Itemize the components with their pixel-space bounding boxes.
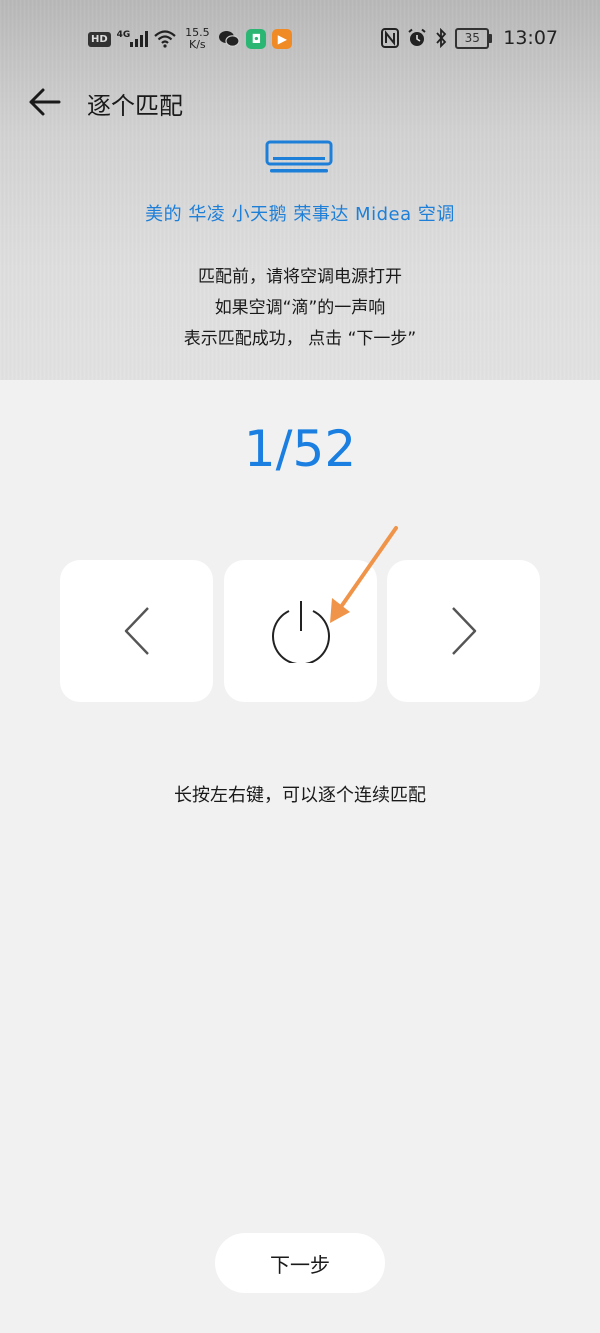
next-step-button[interactable]: 下一步 [215, 1233, 385, 1293]
match-counter: 1/52 [243, 420, 357, 478]
instructions: 匹配前，请将空调电源打开 如果空调“滴”的一声响 表示匹配成功， 点击 “下一步… [0, 262, 600, 355]
next-match-button[interactable] [387, 560, 540, 702]
speed-unit: K/s [189, 38, 206, 51]
power-button[interactable] [224, 560, 377, 702]
power-icon [271, 601, 330, 663]
network-type-label: 4G [116, 30, 131, 40]
video-app-icon: ▶ [272, 29, 293, 49]
previous-button[interactable] [60, 560, 213, 702]
signal-icon: 4G [116, 30, 149, 47]
brand-list: 美的 华凌 小天鹅 荣事达 Midea 空调 [145, 204, 455, 225]
header-background: HD 4G 15.5 K/s ◘ ▶ 35 13:07 逐个匹配 美的 华凌 小… [0, 0, 600, 380]
back-button[interactable] [24, 84, 64, 120]
chevron-left-icon [124, 607, 149, 655]
chevron-right-icon [451, 607, 476, 655]
hint-text: 长按左右键，可以逐个连续匹配 [174, 785, 426, 806]
instruction-line: 匹配前，请将空调电源打开 [198, 267, 402, 287]
status-bar-right: 35 13:07 [381, 27, 558, 49]
nfc-icon [381, 28, 400, 48]
back-arrow-icon [29, 88, 61, 116]
status-bar: HD 4G 15.5 K/s ◘ ▶ 35 13:07 [0, 0, 600, 78]
network-speed: 15.5 K/s [182, 27, 212, 51]
battery-icon: 35 [455, 27, 493, 49]
status-bar-left: HD 4G 15.5 K/s ◘ ▶ [88, 24, 293, 54]
mi-home-icon: ◘ [246, 29, 267, 49]
instruction-line: 如果空调“滴”的一声响 [214, 298, 386, 318]
clock: 13:07 [503, 27, 558, 49]
hd-icon: HD [88, 31, 111, 47]
instruction-line: 表示匹配成功， 点击 “下一步” [183, 329, 417, 349]
wechat-icon [219, 31, 240, 47]
air-conditioner-icon [265, 140, 333, 173]
alarm-icon [408, 28, 426, 46]
wifi-icon [154, 30, 177, 48]
page-title: 逐个匹配 [87, 92, 183, 120]
bluetooth-icon [436, 28, 447, 48]
